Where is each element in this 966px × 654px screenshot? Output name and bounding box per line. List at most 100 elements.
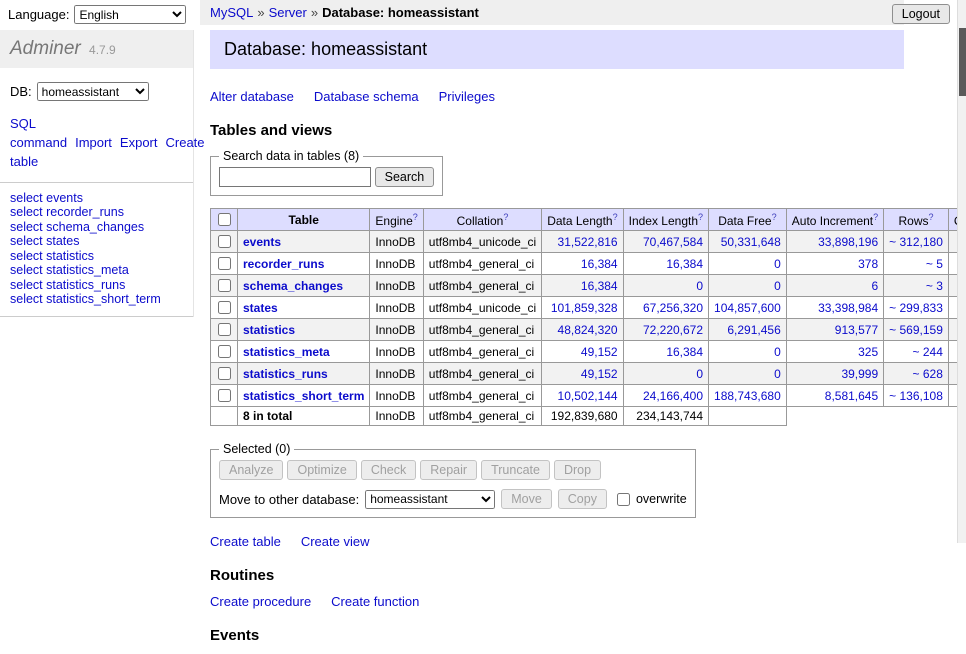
auto-increment-link[interactable]: 39,999 [841,367,878,381]
row-checkbox-statistics-meta[interactable] [218,345,231,358]
auto-increment-link[interactable]: 325 [858,345,878,359]
column-help-link[interactable]: ? [613,212,618,222]
row-checkbox-recorder-runs[interactable] [218,257,231,270]
auto-increment-link[interactable]: 8,581,645 [825,389,878,403]
index-length-link[interactable]: 72,220,672 [643,323,703,337]
move-db-select[interactable]: homeassistant [365,490,495,509]
index-length-link[interactable]: 24,166,400 [643,389,703,403]
select-statistics-link[interactable]: select statistics [10,249,183,264]
import-link[interactable]: Import [75,135,112,150]
select-statistics-meta-link[interactable]: select statistics_meta [10,263,183,278]
rows-link[interactable]: ~ 3 [926,279,943,293]
select-events-link[interactable]: select events [10,191,183,206]
create-procedure-link[interactable]: Create procedure [210,594,311,609]
select-all-checkbox[interactable] [218,213,231,226]
column-help-link[interactable]: ? [413,212,418,222]
breadcrumb-link-server[interactable]: Server [269,5,307,20]
data-length-link[interactable]: 10,502,144 [558,389,618,403]
index-length-link[interactable]: 0 [696,367,703,381]
data-length-link[interactable]: 16,384 [581,257,618,271]
drop-button[interactable] [554,460,601,480]
scrollbar-thumb[interactable] [959,28,966,96]
select-statistics-short-term-link[interactable]: select statistics_short_term [10,292,183,307]
row-checkbox-schema-changes[interactable] [218,279,231,292]
repair-button[interactable] [420,460,477,480]
table-link-states[interactable]: states [243,301,278,315]
breadcrumb-link-mysql[interactable]: MySQL [210,5,253,20]
data-length-link[interactable]: 48,824,320 [558,323,618,337]
table-link-statistics-short-term[interactable]: statistics_short_term [243,389,364,403]
data-free-link[interactable]: 0 [774,279,781,293]
data-length-link[interactable]: 31,522,816 [558,235,618,249]
column-help-link[interactable]: ? [503,212,508,222]
move-button[interactable] [501,489,552,509]
data-length-link[interactable]: 49,152 [581,345,618,359]
table-link-recorder-runs[interactable]: recorder_runs [243,257,324,271]
create-function-link[interactable]: Create function [331,594,419,609]
data-free-link[interactable]: 0 [774,367,781,381]
column-help-link[interactable]: ? [698,212,703,222]
data-free-link[interactable]: 188,743,680 [714,389,781,403]
auto-increment-link[interactable]: 378 [858,257,878,271]
create-view-link[interactable]: Create view [301,534,370,549]
alter-database-link[interactable]: Alter database [210,89,294,104]
table-link-schema-changes[interactable]: schema_changes [243,279,343,293]
overwrite-checkbox[interactable] [617,493,630,506]
table-link-statistics-meta[interactable]: statistics_meta [243,345,330,359]
auto-increment-link[interactable]: 33,398,984 [818,301,878,315]
index-length-link[interactable]: 67,256,320 [643,301,703,315]
auto-increment-link[interactable]: 6 [871,279,878,293]
check-button[interactable] [361,460,416,480]
column-help-link[interactable]: ? [873,212,878,222]
language-select[interactable]: English [74,5,186,24]
sql-command-link[interactable]: SQL command [10,116,67,150]
select-schema-changes-link[interactable]: select schema_changes [10,220,183,235]
column-help-link[interactable]: ? [772,212,777,222]
rows-link[interactable]: ~ 299,833 [889,301,943,315]
analyze-button[interactable] [219,460,283,480]
search-button[interactable] [375,167,435,187]
row-checkbox-statistics-short-term[interactable] [218,389,231,402]
copy-button[interactable] [558,489,607,509]
rows-link[interactable]: ~ 5 [926,257,943,271]
search-input[interactable] [219,167,371,187]
table-link-statistics[interactable]: statistics [243,323,295,337]
rows-link[interactable]: ~ 312,180 [889,235,943,249]
row-checkbox-statistics-runs[interactable] [218,367,231,380]
export-link[interactable]: Export [120,135,158,150]
table-link-events[interactable]: events [243,235,281,249]
data-length-link[interactable]: 101,859,328 [551,301,618,315]
select-statistics-runs-link[interactable]: select statistics_runs [10,278,183,293]
auto-increment-link[interactable]: 913,577 [835,323,878,337]
index-length-link[interactable]: 16,384 [666,345,703,359]
create-table-link[interactable]: Create table [210,534,281,549]
table-link-statistics-runs[interactable]: statistics_runs [243,367,328,381]
overwrite-option[interactable]: overwrite [613,490,687,509]
rows-link[interactable]: ~ 244 [913,345,943,359]
optimize-button[interactable] [287,460,356,480]
database-schema-link[interactable]: Database schema [314,89,419,104]
data-free-link[interactable]: 0 [774,257,781,271]
rows-link[interactable]: ~ 136,108 [889,389,943,403]
data-free-link[interactable]: 50,331,648 [721,235,781,249]
row-checkbox-states[interactable] [218,301,231,314]
auto-increment-link[interactable]: 33,898,196 [818,235,878,249]
data-free-link[interactable]: 6,291,456 [727,323,780,337]
column-help-link[interactable]: ? [929,212,934,222]
data-free-link[interactable]: 0 [774,345,781,359]
data-free-link[interactable]: 104,857,600 [714,301,781,315]
index-length-link[interactable]: 70,467,584 [643,235,703,249]
privileges-link[interactable]: Privileges [439,89,495,104]
select-states-link[interactable]: select states [10,234,183,249]
row-checkbox-events[interactable] [218,235,231,248]
rows-link[interactable]: ~ 628 [913,367,943,381]
db-select[interactable]: homeassistant [37,82,149,101]
data-length-link[interactable]: 49,152 [581,367,618,381]
rows-link[interactable]: ~ 569,159 [889,323,943,337]
select-recorder-runs-link[interactable]: select recorder_runs [10,205,183,220]
index-length-link[interactable]: 16,384 [666,257,703,271]
index-length-link[interactable]: 0 [696,279,703,293]
row-checkbox-statistics[interactable] [218,323,231,336]
data-length-link[interactable]: 16,384 [581,279,618,293]
scrollbar[interactable] [957,0,966,543]
